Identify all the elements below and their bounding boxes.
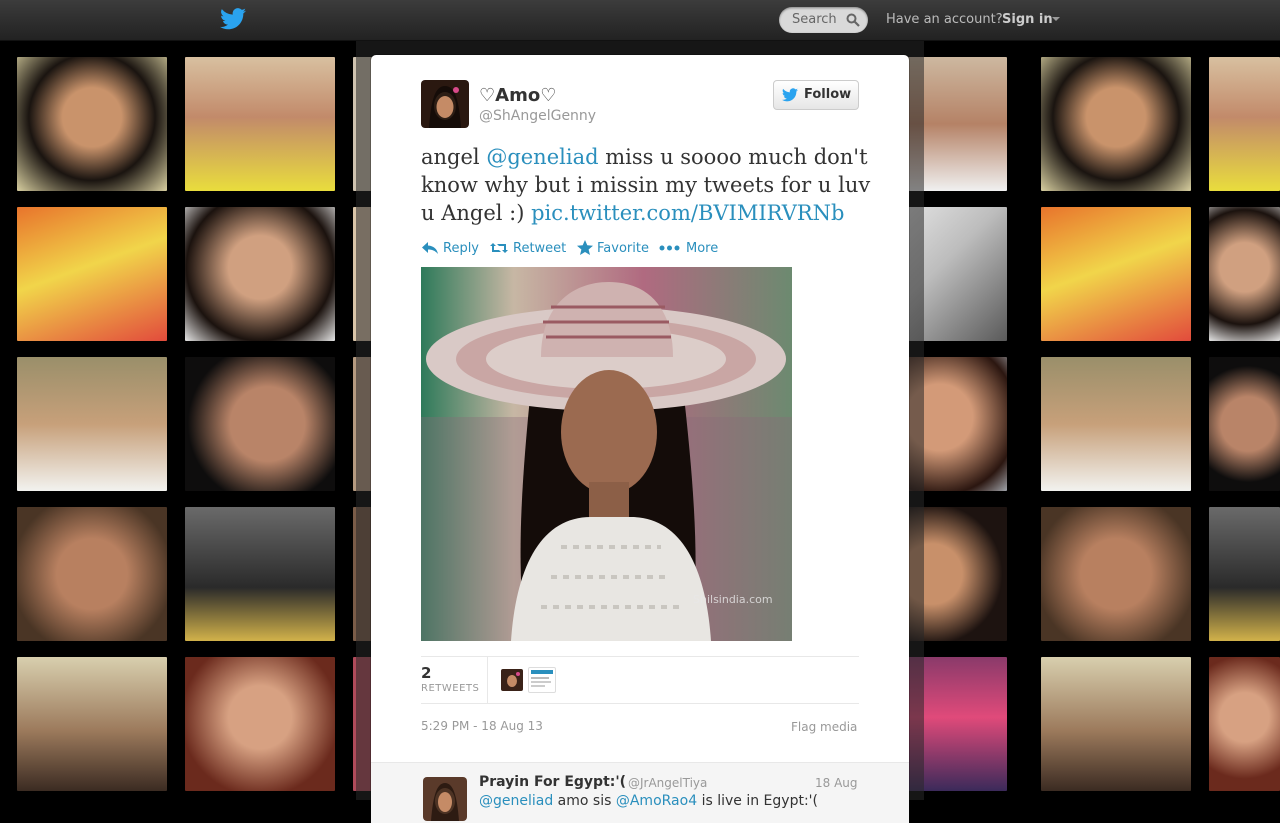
search-icon[interactable] [846, 13, 860, 27]
twitter-bird-icon [782, 88, 798, 102]
mention-link[interactable]: @AmoRao4 [616, 793, 697, 809]
flag-media-link[interactable]: Flag media [791, 720, 857, 734]
background-photo [17, 657, 167, 791]
tweet-author-name[interactable]: ♡Amo♡ [479, 85, 556, 106]
reply-text-part: is live in Egypt:'( [697, 793, 818, 809]
retweet-label: Retweet [513, 241, 567, 256]
tweet-timestamp[interactable]: 5:29 PM - 18 Aug 13 [421, 719, 543, 733]
background-photo [185, 57, 335, 191]
star-icon [577, 240, 593, 255]
mention-link[interactable]: @geneliad [486, 145, 598, 169]
reply-author-name[interactable]: Prayin For Egypt:'( [479, 774, 626, 790]
background-photo [1209, 357, 1280, 491]
background-photo [1041, 57, 1191, 191]
follow-button[interactable]: Follow [773, 80, 859, 110]
tweet-author-handle[interactable]: @ShAngelGenny [479, 108, 596, 124]
background-photo [1209, 207, 1280, 341]
sign-in-link[interactable]: Sign in [1002, 12, 1053, 27]
retweeter-avatar[interactable] [528, 667, 556, 693]
background-photo [1041, 507, 1191, 641]
reply-author-handle[interactable]: @JrAngelTiya [628, 776, 707, 790]
background-photo [185, 657, 335, 791]
mention-link[interactable]: @geneliad [479, 793, 553, 809]
background-photo [17, 357, 167, 491]
reply-text-part: amo sis [553, 793, 616, 809]
background-photo [185, 207, 335, 341]
divider [421, 703, 859, 704]
search-input[interactable]: Search [779, 7, 868, 33]
have-account-text: Have an account? [886, 12, 1003, 27]
photo-watermark: Shilsindia.com [693, 593, 773, 606]
background-photo [185, 357, 335, 491]
favorite-label: Favorite [597, 241, 649, 256]
reply-tweet[interactable]: Prayin For Egypt:'( @JrAngelTiya 18 Aug … [371, 762, 909, 823]
background-photo [17, 507, 167, 641]
retweets-label[interactable]: RETWEETS [421, 683, 479, 694]
more-dots-icon [659, 245, 680, 251]
avatar[interactable] [423, 777, 467, 821]
more-label: More [686, 241, 719, 256]
tweet-text-part: angel [421, 145, 487, 169]
follow-button-label: Follow [804, 87, 852, 102]
pic-link[interactable]: pic.twitter.com/BVIMIRVRNb [531, 201, 844, 225]
background-photo [1041, 207, 1191, 341]
tweet-text: angel @geneliad miss u soooo much don't … [421, 143, 871, 227]
top-navigation-bar: Search Have an account? Sign in [0, 0, 1280, 41]
background-photo [17, 207, 167, 341]
retweet-icon [490, 243, 508, 253]
search-placeholder: Search [792, 12, 837, 27]
caret-down-icon[interactable] [1052, 17, 1060, 21]
tweet-card: ♡Amo♡ @ShAngelGenny Follow angel @geneli… [371, 55, 909, 823]
background-photo [1209, 657, 1280, 791]
background-photo [185, 507, 335, 641]
tweet-photo[interactable]: Shilsindia.com [421, 267, 792, 641]
twitter-bird-icon[interactable] [220, 7, 246, 31]
reply-date[interactable]: 18 Aug [815, 776, 858, 790]
reply-icon [422, 242, 438, 254]
background-photo [1041, 657, 1191, 791]
retweeter-avatar[interactable] [501, 669, 523, 691]
reply-text: @geneliad amo sis @AmoRao4 is live in Eg… [479, 793, 818, 809]
reply-label: Reply [443, 241, 480, 256]
background-photo [1209, 57, 1280, 191]
avatar[interactable] [421, 80, 469, 128]
background-photo [1209, 507, 1280, 641]
background-photo [1041, 357, 1191, 491]
divider [487, 657, 488, 703]
retweet-count[interactable]: 2 [421, 664, 431, 682]
background-photo [17, 57, 167, 191]
